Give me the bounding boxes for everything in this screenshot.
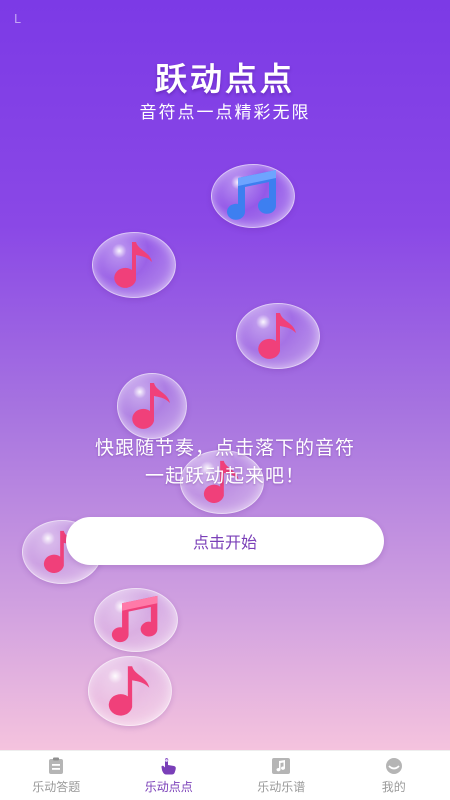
quiz-icon bbox=[49, 757, 64, 774]
tab-sheet-music[interactable]: 乐动乐谱 bbox=[225, 751, 338, 800]
tab-profile[interactable]: 我的 bbox=[338, 751, 450, 800]
game-instructions: 快跟随节奏，点击落下的音符 一起跃动起来吧！ bbox=[0, 434, 450, 490]
note-bubble[interactable] bbox=[94, 588, 178, 652]
sheet-music-icon bbox=[272, 757, 291, 774]
tab-label: 我的 bbox=[381, 779, 406, 794]
single-note-icon bbox=[258, 313, 296, 359]
double-note-icon bbox=[111, 595, 158, 643]
status-corner-mark: L bbox=[14, 12, 21, 26]
hint-line-1: 快跟随节奏，点击落下的音符 bbox=[94, 437, 355, 459]
bottom-tab-bar: 乐动答题 乐动点点 乐动乐谱 我的 bbox=[0, 750, 450, 800]
double-note-icon bbox=[227, 170, 276, 220]
single-note-icon bbox=[114, 242, 152, 288]
note-bubble[interactable] bbox=[117, 373, 187, 439]
single-note-icon bbox=[132, 383, 170, 429]
hint-line-2: 一起跃动起来吧！ bbox=[144, 465, 305, 487]
note-bubble[interactable] bbox=[88, 656, 172, 726]
tab-label: 乐动乐谱 bbox=[257, 779, 306, 794]
page-title: 跃动点点 bbox=[154, 60, 295, 98]
tab-label: 乐动答题 bbox=[32, 779, 81, 794]
single-note-icon bbox=[108, 666, 150, 716]
profile-icon bbox=[385, 757, 402, 774]
tab-quiz[interactable]: 乐动答题 bbox=[0, 751, 113, 800]
tab-tap[interactable]: 乐动点点 bbox=[113, 751, 226, 800]
note-bubble[interactable] bbox=[211, 164, 295, 228]
tap-icon bbox=[161, 757, 176, 774]
note-bubble[interactable] bbox=[92, 232, 176, 298]
note-bubble[interactable] bbox=[236, 303, 320, 369]
game-screen: L 跃动点点 音符点一点精彩无限 快跟随节奏，点击落下的音符 一起跃动起来吧！ … bbox=[0, 0, 450, 750]
start-button[interactable]: 点击开始 bbox=[66, 517, 384, 565]
page-subtitle: 音符点一点精彩无限 bbox=[139, 103, 311, 123]
tab-label: 乐动点点 bbox=[144, 779, 193, 794]
